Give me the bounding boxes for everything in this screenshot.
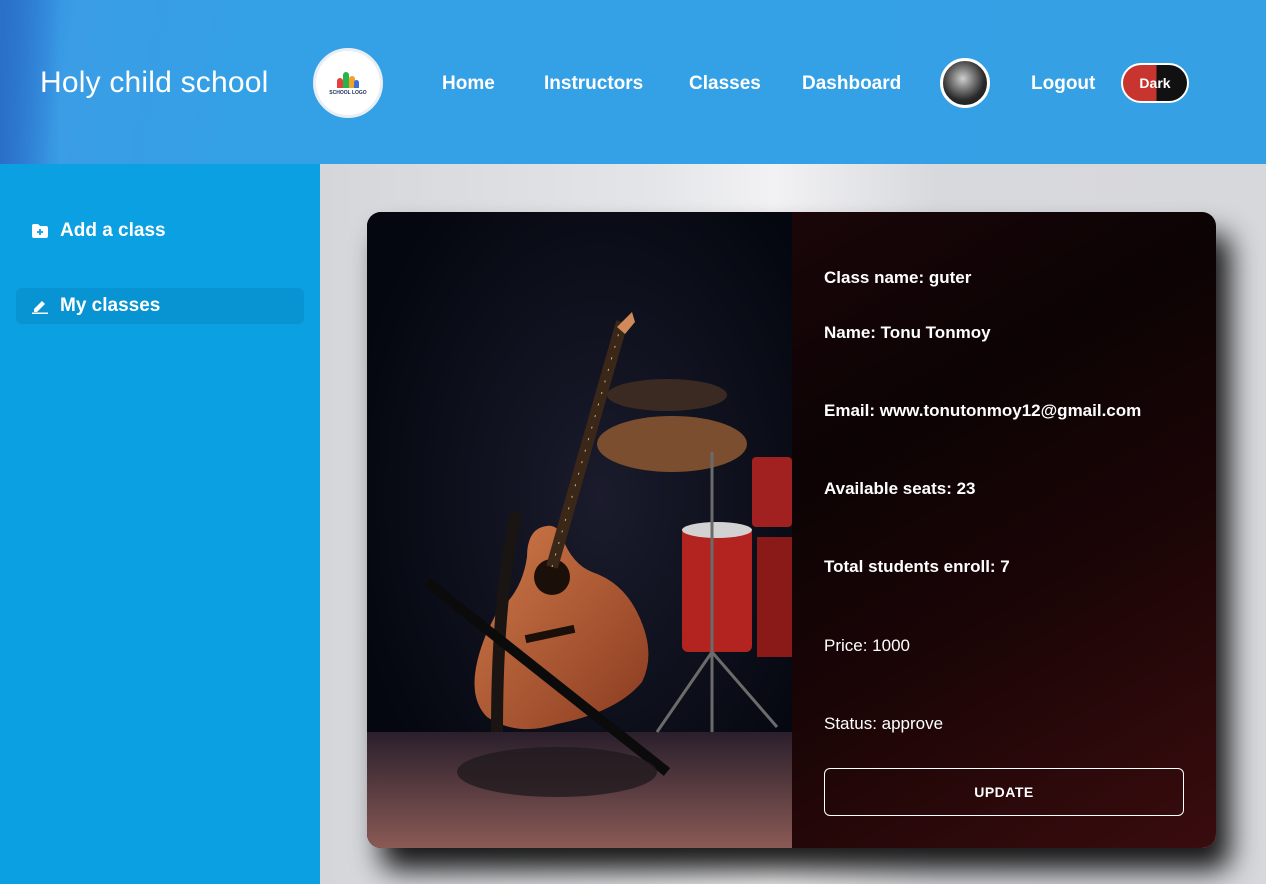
class-name: Class name: guter	[824, 268, 972, 287]
logout-link[interactable]: Logout	[1031, 73, 1095, 95]
dashboard-sidebar: Add a class My classes	[0, 164, 320, 884]
class-status: Status: approve	[824, 714, 944, 733]
user-avatar[interactable]	[940, 58, 990, 108]
class-image	[367, 212, 792, 848]
logo-text: SCHOOL LOGO	[329, 90, 367, 96]
instructor-name: Name: Tonu Tonmoy	[824, 323, 991, 342]
class-details: Class name: guter Name: Tonu Tonmoy Emai…	[792, 212, 1216, 848]
total-enrolled: Total students enroll: 7	[824, 557, 1010, 576]
top-navbar: Holy child school SCHOOL LOGO Home Instr…	[0, 0, 1266, 164]
available-seats: Available seats: 23	[824, 479, 976, 498]
school-logo[interactable]: SCHOOL LOGO	[313, 48, 383, 118]
sidebar-item-my-classes[interactable]: My classes	[16, 288, 304, 324]
folder-plus-icon	[32, 223, 48, 239]
sidebar-item-add-class[interactable]: Add a class	[16, 213, 304, 249]
sidebar-item-label: Add a class	[60, 220, 166, 241]
nav-instructors[interactable]: Instructors	[544, 73, 643, 95]
sidebar-item-label: My classes	[60, 295, 161, 316]
nav-dashboard[interactable]: Dashboard	[802, 73, 901, 95]
class-price: Price: 1000	[824, 636, 910, 655]
logo-mark-icon	[337, 70, 359, 88]
edit-icon	[32, 298, 48, 314]
instructor-email: Email: www.tonutonmoy12@gmail.com	[824, 401, 1142, 420]
nav-classes[interactable]: Classes	[689, 73, 761, 95]
class-card: Class name: guter Name: Tonu Tonmoy Emai…	[367, 212, 1216, 848]
update-button[interactable]: UPDATE	[824, 768, 1184, 816]
site-brand[interactable]: Holy child school	[40, 66, 269, 100]
theme-toggle[interactable]: Dark	[1121, 63, 1189, 103]
theme-toggle-label: Dark	[1139, 75, 1171, 91]
nav-home[interactable]: Home	[442, 73, 495, 95]
